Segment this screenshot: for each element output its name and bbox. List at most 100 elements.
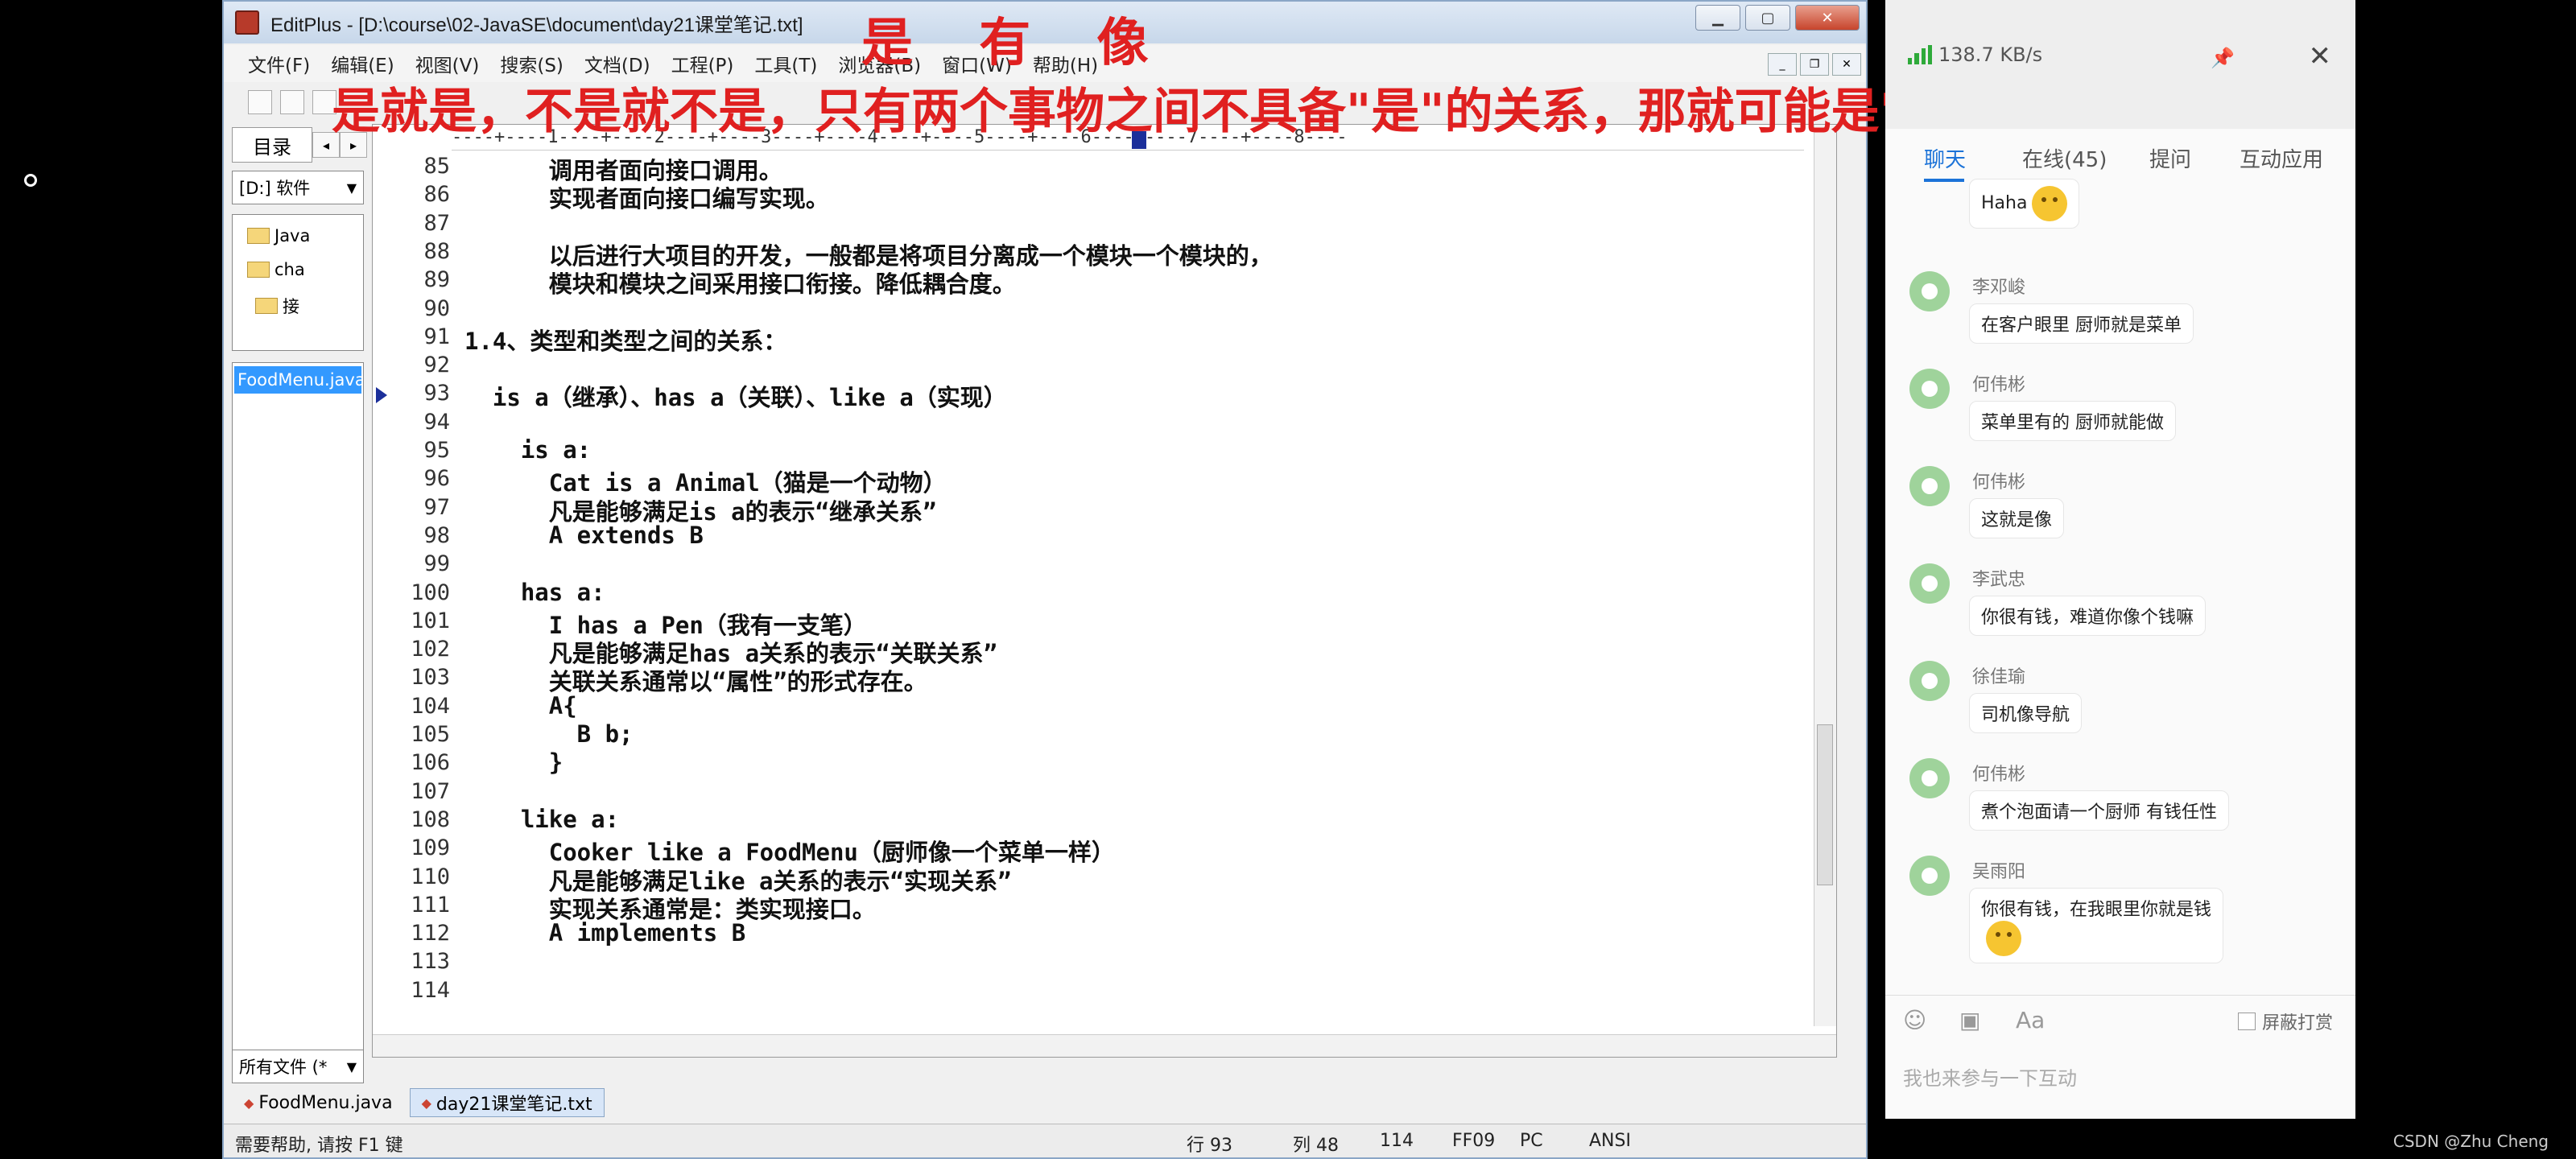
tree-item-label: 接 (283, 297, 299, 316)
message-sender: 吴雨阳 (1972, 862, 2026, 882)
message-text: 菜单里有的 厨师就能做 (1981, 413, 2164, 433)
chat-messages: Haha 李邓峻 在客户眼里 厨师就是菜单 何伟彬 菜单里有的 厨师就能做 何伟彬 这就是像… (1885, 179, 2355, 988)
line-number: 105 (411, 722, 450, 747)
message-text: 这就是像 (1981, 510, 2053, 530)
file-item-selected[interactable]: FoodMenu.java (234, 366, 361, 394)
status-line-ending: PC (1520, 1131, 1543, 1151)
line-number: 102 (411, 637, 450, 662)
avatar[interactable] (1909, 661, 1950, 701)
window-title: EditPlus - [D:\course\02-JavaSE\document… (270, 14, 803, 36)
open-file-icon[interactable] (280, 90, 304, 114)
line-number: 86 (423, 182, 450, 208)
code-line: is a（继承）、has a（关联）、like a（实现） (464, 384, 1007, 412)
message-sender: 何伟彬 (1972, 765, 2026, 785)
new-file-icon[interactable] (248, 90, 272, 114)
tab-online[interactable]: 在线(45) (2022, 143, 2107, 173)
emoji-icon[interactable]: ☺ (1903, 1007, 1926, 1033)
folder-open-icon (255, 298, 278, 314)
minimize-button[interactable]: ▁ (1695, 5, 1740, 31)
tab-day21-notes[interactable]: ◆ day21课堂笔记.txt (409, 1088, 605, 1117)
horizontal-scrollbar[interactable] (373, 1034, 1836, 1057)
pin-icon[interactable]: 📌 (2211, 47, 2235, 69)
line-number: 107 (411, 778, 450, 804)
maximize-button[interactable]: ▢ (1745, 5, 1790, 31)
tree-item-label: Java (275, 226, 311, 245)
tab-chat[interactable]: 聊天 (1924, 143, 1966, 173)
tree-item-java[interactable]: Java (247, 226, 310, 245)
status-char-code: FF09 (1452, 1131, 1496, 1151)
message-bubble: Haha (1969, 179, 2080, 229)
avatar[interactable] (1909, 466, 1950, 506)
chevron-down-icon: ▼ (346, 1058, 357, 1074)
tab-label: day21课堂笔记.txt (436, 1095, 592, 1115)
status-encoding: ANSI (1589, 1131, 1631, 1151)
line-number: 94 (423, 409, 450, 435)
network-speed-value: 138.7 KB/s (1938, 43, 2043, 66)
block-tips-checkbox[interactable] (2237, 1013, 2256, 1030)
code-line: 模块和模块之间采用接口衔接。降低耦合度。 (464, 270, 1016, 299)
chat-input[interactable]: 我也来参与一下互动 (1885, 1045, 2355, 1109)
avatar[interactable] (1909, 856, 1950, 896)
file-icon: ◆ (244, 1095, 254, 1111)
emoji-icon (1986, 921, 2021, 956)
message-bubble: 煮个泡面请一个厨师 有钱任性 (1969, 790, 2229, 831)
message-bubble: 菜单里有的 厨师就能做 (1969, 401, 2176, 441)
scrollbar-thumb[interactable] (1817, 724, 1833, 885)
network-speed: 138.7 KB/s (1908, 43, 2042, 66)
code-line: like a: (464, 805, 620, 833)
emoji-icon (2032, 186, 2068, 221)
text-editor[interactable]: ----+----1----+----2----+----3----+----4… (372, 124, 1837, 1058)
line-number-gutter: 85 86 87 88 89 90 91 92 93 94 95 96 97 98 99 100 101 102 1… (373, 154, 452, 1039)
chat-toolbar: ☺ ▣ Aa 屏蔽打赏 (1885, 995, 2355, 1043)
folder-tree: Java cha 接 (232, 214, 364, 351)
line-number: 106 (411, 750, 450, 776)
directory-tab[interactable]: 目录 (232, 127, 312, 163)
signal-icon (1908, 45, 1932, 64)
tab-foodmenu-java[interactable]: ◆ FoodMenu.java (232, 1088, 405, 1117)
message-sender: 何伟彬 (1972, 472, 2026, 493)
tab-interactive-apps[interactable]: 互动应用 (2240, 143, 2323, 173)
message-sender: 李武忠 (1972, 570, 2026, 590)
avatar[interactable] (1909, 563, 1950, 604)
code-line: A implements B (464, 919, 746, 947)
file-filter-select[interactable]: 所有文件 (* ▼ (232, 1050, 364, 1083)
line-number: 111 (411, 892, 450, 918)
avatar[interactable] (1909, 271, 1950, 311)
side-dot (24, 174, 37, 187)
tree-item-interface[interactable]: 接 (255, 294, 299, 318)
avatar[interactable] (1909, 369, 1950, 409)
menu-file[interactable]: 文件(F) (248, 50, 310, 77)
line-number: 112 (411, 921, 450, 947)
status-column: 列 48 (1293, 1136, 1339, 1156)
chat-close-icon[interactable]: ✕ (2309, 40, 2332, 72)
editplus-window: EditPlus - [D:\course\02-JavaSE\document… (222, 0, 1868, 1159)
tab-questions[interactable]: 提问 (2149, 143, 2191, 173)
font-icon[interactable]: Aa (2016, 1007, 2045, 1033)
overlay-subtitle: 是就是，不是就不是，只有两个事物之间不具备"是"的关系，那就可能是"像"的关系 (332, 84, 2124, 140)
code-line: B b; (464, 720, 634, 748)
message-bubble: 你很有钱，在我眼里你就是钱 (1969, 888, 2224, 963)
window-controls: ▁ ▢ ✕ (1695, 5, 1860, 31)
status-help: 需要帮助, 请按 F1 键 (235, 1136, 403, 1156)
status-total-lines: 114 (1380, 1131, 1414, 1151)
line-number: 104 (411, 693, 450, 719)
code-line: A{ (464, 691, 577, 720)
tree-item-cha[interactable]: cha (247, 260, 305, 279)
block-tips-toggle[interactable]: 屏蔽打赏 (2237, 1008, 2333, 1034)
code-line: 1.4、类型和类型之间的关系： (464, 327, 787, 355)
code-line: is a: (464, 436, 592, 464)
line-number: 96 (423, 466, 450, 492)
code-line: A extends B (464, 521, 704, 549)
line-number: 100 (411, 580, 450, 605)
avatar[interactable] (1909, 758, 1950, 798)
image-icon[interactable]: ▣ (1959, 1007, 1980, 1033)
chevron-down-icon: ▼ (346, 179, 357, 196)
file-filter-value: 所有文件 (* (239, 1058, 328, 1077)
drive-select[interactable]: [D:] 软件 ▼ (232, 171, 364, 204)
line-number: 108 (411, 806, 450, 832)
vertical-scrollbar[interactable] (1814, 125, 1836, 1026)
message-bubble: 在客户眼里 厨师就是菜单 (1969, 303, 2194, 344)
active-tab-indicator (1924, 179, 1964, 182)
close-button[interactable]: ✕ (1795, 5, 1860, 31)
tree-item-label: cha (275, 260, 305, 279)
